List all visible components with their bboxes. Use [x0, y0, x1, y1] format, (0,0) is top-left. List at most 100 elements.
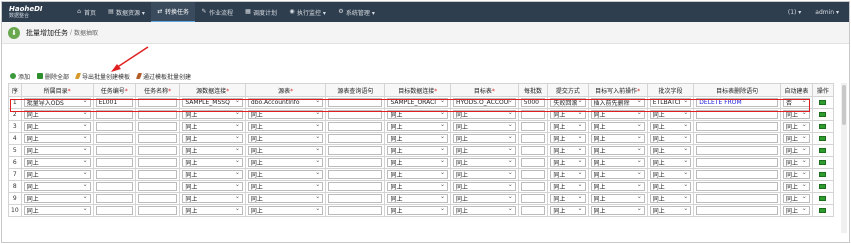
cell-input[interactable]: 5000 — [520, 98, 546, 107]
cell-input[interactable] — [328, 170, 383, 179]
cell-input[interactable] — [137, 170, 178, 179]
edit-row-icon[interactable] — [819, 208, 827, 213]
cell-input[interactable] — [696, 182, 778, 191]
edit-row-icon[interactable] — [819, 136, 827, 141]
cell-input[interactable] — [520, 146, 546, 155]
cell-dropdown[interactable]: 同上 — [649, 146, 692, 155]
cell-input[interactable] — [95, 134, 133, 143]
cell-dropdown[interactable]: 同上 — [590, 110, 645, 119]
cell-input[interactable] — [520, 206, 546, 215]
cell-dropdown[interactable]: 同上 — [590, 146, 645, 155]
cell-input[interactable] — [696, 206, 778, 215]
cell-input[interactable] — [520, 134, 546, 143]
cell-dropdown[interactable]: 同上 — [23, 182, 91, 191]
cell-dropdown[interactable]: 同上 — [182, 182, 243, 191]
cell-input[interactable] — [137, 98, 178, 107]
cell-dropdown[interactable]: 同上 — [590, 182, 645, 191]
cell-input[interactable] — [137, 146, 178, 155]
cell-dropdown[interactable]: 同上 — [550, 170, 586, 179]
cell-input[interactable] — [520, 158, 546, 167]
cell-input[interactable] — [520, 194, 546, 203]
edit-row-icon[interactable] — [819, 160, 827, 165]
edit-row-icon[interactable] — [819, 112, 827, 117]
cell-dropdown[interactable]: 同上 — [783, 194, 810, 203]
cell-input[interactable] — [95, 194, 133, 203]
cell-dropdown[interactable]: 同上 — [649, 122, 692, 131]
cell-dropdown[interactable]: 同上 — [23, 170, 91, 179]
cell-input[interactable] — [328, 134, 383, 143]
cell-dropdown[interactable]: 同上 — [247, 206, 324, 215]
cell-input[interactable] — [328, 98, 383, 107]
breadcrumb-sub[interactable]: 数据抽取 — [74, 28, 98, 37]
cell-dropdown[interactable]: 同上 — [453, 170, 516, 179]
cell-dropdown[interactable]: 同上 — [590, 170, 645, 179]
cell-dropdown[interactable]: 同上 — [182, 146, 243, 155]
cell-dropdown[interactable]: 同上 — [453, 110, 516, 119]
cell-dropdown[interactable]: 同上 — [23, 146, 91, 155]
cell-input[interactable] — [95, 146, 133, 155]
cell-dropdown[interactable]: 同上 — [23, 206, 91, 215]
cell-input[interactable] — [95, 122, 133, 131]
nav-item-6[interactable]: ⚙ 系统管理 ▾ — [332, 2, 381, 22]
cell-dropdown[interactable]: 同上 — [783, 146, 810, 155]
cell-dropdown[interactable]: 同上 — [783, 122, 810, 131]
cell-dropdown[interactable]: 同上 — [453, 146, 516, 155]
user-menu[interactable]: admin ▾ — [815, 9, 839, 16]
delete-all-button[interactable]: 删除全部 — [37, 72, 69, 81]
cell-dropdown[interactable]: 同上 — [23, 194, 91, 203]
cell-dropdown[interactable]: 同上 — [649, 158, 692, 167]
cell-input[interactable] — [137, 110, 178, 119]
cell-dropdown[interactable]: 同上 — [387, 110, 449, 119]
cell-dropdown[interactable]: ETLBATCI — [649, 98, 692, 107]
cell-input[interactable] — [520, 170, 546, 179]
cell-dropdown[interactable]: 同上 — [783, 158, 810, 167]
cell-dropdown[interactable]: 同上 — [247, 146, 324, 155]
cell-dropdown[interactable]: 同上 — [247, 134, 324, 143]
cell-dropdown[interactable]: 同上 — [182, 158, 243, 167]
cell-dropdown[interactable]: 同上 — [387, 206, 449, 215]
cell-dropdown[interactable]: 失败回滚 — [550, 98, 586, 107]
cell-dropdown[interactable]: 同上 — [783, 110, 810, 119]
cell-dropdown[interactable]: 批量导入ODS — [23, 98, 91, 107]
vertical-scrollbar[interactable] — [841, 83, 847, 233]
cell-input[interactable] — [696, 146, 778, 155]
notification-badge[interactable]: (1) ▾ — [788, 9, 801, 16]
cell-input[interactable] — [95, 158, 133, 167]
cell-input[interactable] — [95, 182, 133, 191]
cell-dropdown[interactable]: 同上 — [387, 170, 449, 179]
cell-dropdown[interactable]: 同上 — [453, 122, 516, 131]
cell-dropdown[interactable]: 同上 — [23, 122, 91, 131]
cell-input[interactable] — [696, 158, 778, 167]
cell-input[interactable] — [95, 170, 133, 179]
export-template-button[interactable]: 导出批量创建模板 — [74, 72, 130, 81]
cell-dropdown[interactable]: 同上 — [182, 194, 243, 203]
cell-dropdown[interactable]: 同上 — [182, 134, 243, 143]
edit-row-icon[interactable] — [819, 124, 827, 129]
cell-input[interactable] — [95, 110, 133, 119]
cell-dropdown[interactable]: SAMPLE_MSSQ — [182, 98, 243, 107]
cell-dropdown[interactable]: 同上 — [23, 158, 91, 167]
nav-item-2[interactable]: ⇄ 转换任务 — [150, 2, 195, 22]
cell-dropdown[interactable]: 同上 — [550, 146, 586, 155]
cell-input[interactable]: DELETE FROM — [696, 98, 778, 107]
cell-dropdown[interactable]: 同上 — [23, 110, 91, 119]
cell-dropdown[interactable]: 同上 — [387, 158, 449, 167]
cell-dropdown[interactable]: 同上 — [182, 122, 243, 131]
edit-row-icon[interactable] — [819, 196, 827, 201]
cell-input[interactable] — [328, 194, 383, 203]
cell-dropdown[interactable]: 同上 — [182, 206, 243, 215]
add-button[interactable]: 添加 — [10, 72, 30, 81]
cell-dropdown[interactable]: HYODS.O_ACCOUNT — [453, 98, 516, 107]
cell-dropdown[interactable]: 同上 — [247, 122, 324, 131]
edit-row-icon[interactable] — [819, 148, 827, 153]
cell-input[interactable] — [696, 122, 778, 131]
cell-dropdown[interactable]: 同上 — [387, 194, 449, 203]
cell-dropdown[interactable]: 同上 — [783, 134, 810, 143]
cell-dropdown[interactable]: 同上 — [649, 110, 692, 119]
cell-dropdown[interactable]: 同上 — [247, 110, 324, 119]
cell-input[interactable] — [696, 134, 778, 143]
cell-dropdown[interactable]: 同上 — [387, 122, 449, 131]
cell-input[interactable] — [328, 146, 383, 155]
edit-row-icon[interactable] — [819, 184, 827, 189]
cell-input[interactable] — [328, 206, 383, 215]
